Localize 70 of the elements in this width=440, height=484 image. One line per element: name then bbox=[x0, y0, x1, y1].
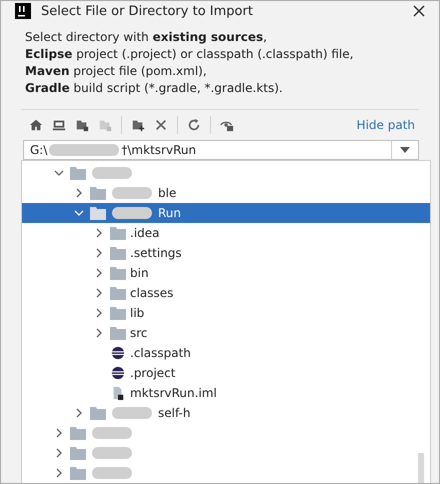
dropdown-arrow-icon[interactable] bbox=[400, 147, 410, 154]
tree-row[interactable]: .classpath bbox=[22, 343, 430, 363]
tree-row[interactable]: ble bbox=[22, 183, 430, 203]
eclipse-icon bbox=[110, 346, 126, 360]
folder-icon bbox=[90, 406, 106, 420]
chevron-right-icon[interactable] bbox=[54, 468, 64, 478]
chevron-right-icon[interactable] bbox=[74, 408, 84, 418]
chevron-down-icon[interactable] bbox=[74, 208, 84, 218]
tree-row[interactable]: .idea bbox=[22, 223, 430, 243]
tree-label: bin bbox=[130, 266, 149, 280]
tree-row[interactable]: bin bbox=[22, 263, 430, 283]
tree-label: .idea bbox=[130, 226, 160, 240]
chevron-right-icon[interactable] bbox=[54, 428, 64, 438]
folder-icon bbox=[70, 426, 86, 440]
path-field[interactable]: G:\ †\mktsrvRun bbox=[23, 140, 419, 160]
hide-path-link[interactable]: Hide path bbox=[356, 118, 415, 132]
scrollbar-thumb[interactable] bbox=[418, 453, 424, 483]
close-icon[interactable] bbox=[413, 5, 425, 18]
selected-tree-row[interactable]: Run bbox=[22, 203, 430, 223]
tree-label: .classpath bbox=[130, 346, 191, 360]
tree-row[interactable]: .settings bbox=[22, 243, 430, 263]
delete-icon[interactable] bbox=[154, 118, 168, 132]
chevron-right-icon[interactable] bbox=[94, 308, 104, 318]
folder-icon bbox=[90, 186, 106, 200]
folder-icon bbox=[110, 266, 126, 280]
chevron-right-icon[interactable] bbox=[94, 268, 104, 278]
folder-icon bbox=[90, 206, 106, 220]
tree-label: mktsrvRun.iml bbox=[130, 386, 217, 400]
description-line: Eclipse project (.project) or classpath (.classpath) file, bbox=[25, 46, 354, 64]
tree-row[interactable]: src bbox=[22, 323, 430, 343]
eclipse-icon bbox=[110, 366, 126, 380]
chevron-right-icon[interactable] bbox=[94, 288, 104, 298]
description-line: Maven project file (pom.xml), bbox=[25, 63, 208, 80]
desktop-icon[interactable] bbox=[52, 118, 66, 132]
chevron-right-icon[interactable] bbox=[54, 448, 64, 458]
tree-row[interactable]: mktsrvRun.iml bbox=[22, 383, 430, 403]
tree-label: lib bbox=[130, 306, 144, 320]
description-line: Select directory with existing sources, bbox=[25, 29, 268, 46]
tree-label: Run bbox=[158, 206, 182, 220]
folder-icon bbox=[110, 286, 126, 300]
folder-icon bbox=[110, 226, 126, 240]
tree-label: classes bbox=[130, 286, 174, 300]
folder-icon[interactable] bbox=[75, 118, 89, 132]
chevron-right-icon[interactable] bbox=[94, 328, 104, 338]
chevron-right-icon[interactable] bbox=[94, 228, 104, 238]
refresh-icon[interactable] bbox=[187, 118, 201, 132]
description-line: Gradle build script (*.gradle, *.gradle.kts). bbox=[25, 80, 284, 98]
tree-label: ble bbox=[158, 186, 176, 200]
folder-icon bbox=[70, 446, 86, 460]
chevron-right-icon[interactable] bbox=[74, 188, 84, 198]
folder-icon bbox=[70, 466, 86, 480]
tree-row[interactable]: classes bbox=[22, 283, 430, 303]
folder-icon bbox=[110, 326, 126, 340]
folder-icon bbox=[98, 118, 112, 132]
home-icon[interactable] bbox=[29, 118, 43, 132]
chevron-right-icon[interactable] bbox=[94, 248, 104, 258]
window-title: Select File or Directory to Import bbox=[41, 4, 254, 19]
tree-row[interactable]: self-h bbox=[22, 403, 430, 423]
app-icon bbox=[15, 3, 31, 20]
tree-label: .project bbox=[130, 366, 176, 380]
folder-icon bbox=[70, 166, 86, 180]
tree-row[interactable]: lib bbox=[22, 303, 430, 323]
tree-label: src bbox=[130, 326, 148, 340]
folder-icon bbox=[110, 246, 126, 260]
tree-label: .settings bbox=[130, 246, 182, 260]
tree-row[interactable]: .project bbox=[22, 363, 430, 383]
new-folder-icon[interactable] bbox=[131, 118, 145, 132]
folder-icon bbox=[110, 306, 126, 320]
chevron-down-icon[interactable] bbox=[54, 168, 64, 178]
tree-label: self-h bbox=[158, 406, 190, 420]
